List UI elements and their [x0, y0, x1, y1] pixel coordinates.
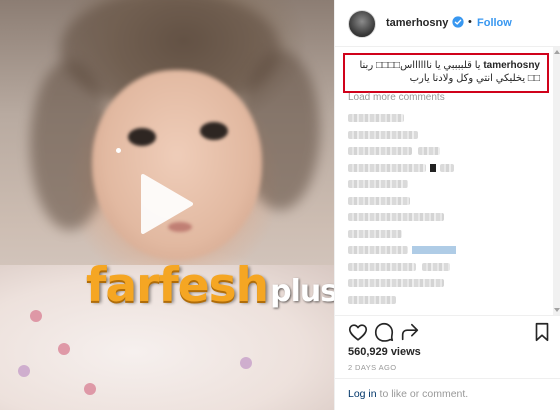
mention-mark — [412, 246, 456, 254]
comment-row — [348, 226, 553, 243]
scroll-up-arrow-icon[interactable] — [554, 50, 560, 54]
comment-row — [348, 275, 553, 292]
caption-text-1: يا قلببببي يا نااااااس□□□□ ربنا — [359, 60, 481, 71]
highlighted-caption: tamerhosny يا قلببببي يا نااااااس□□□□ رب… — [343, 53, 549, 93]
comment-button[interactable] — [373, 321, 395, 343]
left-eye — [128, 128, 156, 146]
comments-list — [348, 110, 553, 307]
share-icon — [401, 323, 419, 341]
bookmark-icon — [535, 322, 549, 342]
view-count[interactable]: 560,929 views — [348, 346, 421, 358]
blurred-comment — [348, 163, 426, 172]
comment-row — [348, 143, 553, 160]
caption-username[interactable]: tamerhosny — [483, 60, 540, 71]
earring — [116, 148, 121, 153]
right-eye — [200, 122, 228, 140]
emoji-mark — [430, 163, 436, 172]
blurred-comment — [422, 262, 450, 271]
post-header: tamerhosny • Follow — [335, 0, 560, 47]
login-link[interactable]: Log in — [348, 388, 377, 400]
comment-row — [348, 193, 553, 210]
blurred-comment — [440, 163, 454, 172]
blurred-comment — [348, 130, 418, 139]
blurred-comment — [348, 279, 444, 287]
site-watermark: farfeshplus.com — [86, 258, 334, 313]
shirt-flower — [30, 310, 42, 322]
follow-button[interactable]: Follow — [477, 17, 512, 29]
blurred-comment — [348, 229, 402, 238]
shirt-flower — [240, 357, 252, 369]
post-video[interactable]: farfeshplus.com — [0, 0, 334, 410]
comment-row — [348, 127, 553, 144]
blurred-comment — [348, 196, 410, 205]
comment-row — [348, 259, 553, 276]
login-rest: to like or comment. — [376, 388, 469, 400]
post-timestamp[interactable]: 2 DAYS AGO — [348, 363, 396, 372]
comment-row — [348, 292, 553, 308]
blurred-comment — [348, 246, 408, 254]
verified-badge-icon — [452, 16, 464, 28]
comment-row — [348, 160, 553, 177]
blurred-comment — [348, 147, 412, 155]
shirt-flower — [84, 383, 96, 395]
blurred-comment — [418, 147, 440, 155]
shirt-flower — [18, 365, 30, 377]
comment-icon — [374, 322, 394, 342]
caption-line-1: tamerhosny يا قلببببي يا نااااااس□□□□ رب… — [350, 59, 540, 72]
like-button[interactable] — [347, 321, 369, 343]
comment-row — [348, 110, 553, 127]
load-more-comments[interactable]: Load more comments — [348, 92, 445, 103]
comment-row — [348, 176, 553, 193]
post-sidebar: tamerhosny • Follow tamerhosny يا قلبببب… — [334, 0, 560, 410]
blurred-comment — [348, 262, 416, 271]
shirt-flower — [58, 343, 70, 355]
play-icon — [141, 174, 193, 234]
save-button[interactable] — [531, 321, 553, 343]
blurred-comment — [348, 180, 408, 188]
comments-scrollbar[interactable] — [553, 47, 560, 315]
watermark-sub: plus.com — [270, 274, 334, 309]
login-prompt: Log in to like or comment. — [335, 378, 560, 410]
play-button[interactable] — [137, 172, 195, 236]
avatar[interactable] — [348, 10, 376, 38]
username-link[interactable]: tamerhosny — [386, 17, 448, 29]
blurred-comment — [348, 295, 396, 304]
watermark-main: farfesh — [86, 258, 269, 313]
blurred-comment — [348, 114, 404, 122]
blurred-comment — [348, 213, 444, 221]
separator-dot: • — [468, 16, 472, 28]
comment-row — [348, 209, 553, 226]
share-button[interactable] — [399, 321, 421, 343]
action-bar — [335, 315, 560, 345]
comment-row — [348, 242, 553, 259]
login-text: Log in to like or comment. — [348, 388, 468, 400]
scroll-down-arrow-icon[interactable] — [554, 308, 560, 312]
caption-text-2: □□ يخليكي انتي وكل ولادنا يارب — [409, 73, 540, 84]
heart-icon — [348, 324, 368, 341]
